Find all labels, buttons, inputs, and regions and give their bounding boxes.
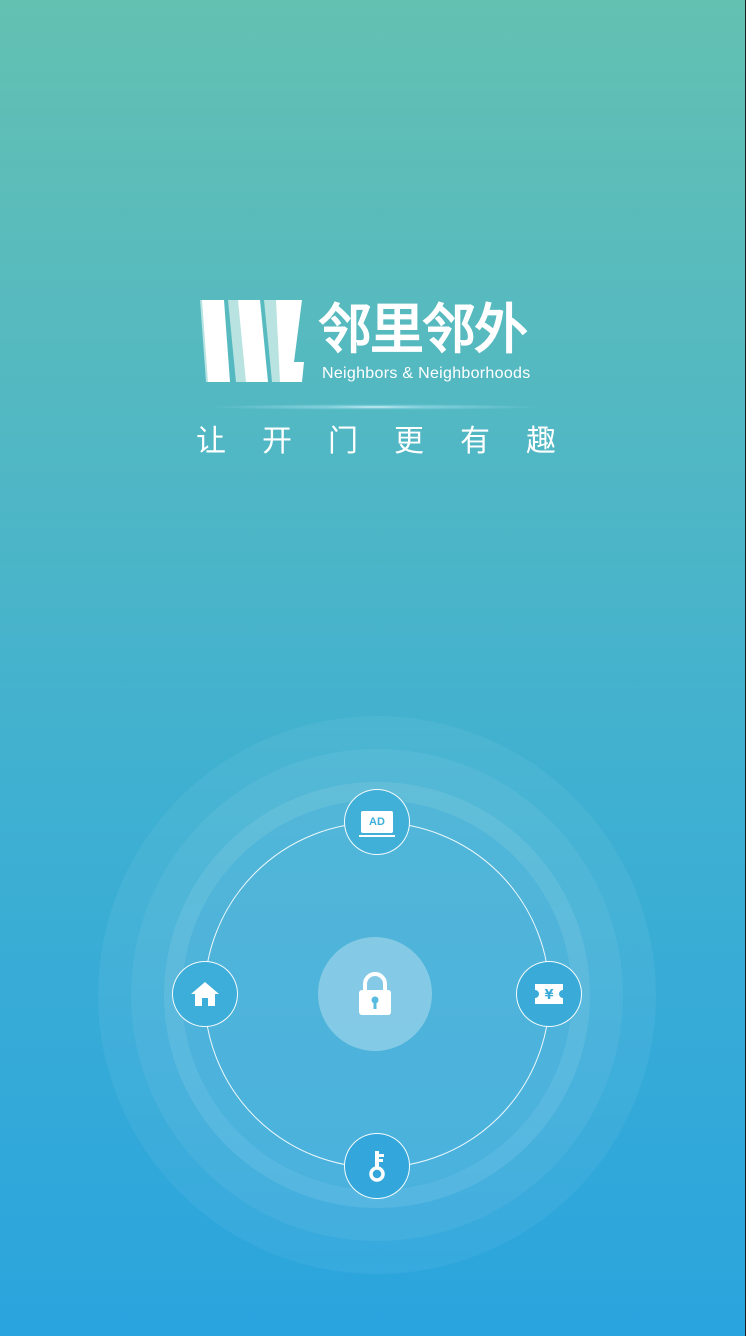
unlock-button[interactable] (318, 937, 432, 1051)
coupon-yen-icon: ¥ (535, 984, 563, 1004)
home-button[interactable] (172, 961, 238, 1027)
coupon-yen-label: ¥ (544, 988, 553, 1003)
logo-glow-divider (205, 404, 545, 410)
brand-name-en: Neighbors & Neighborhoods (322, 365, 531, 382)
coupon-button[interactable]: ¥ (516, 961, 582, 1027)
slogan: 让开门更有趣 (196, 424, 592, 459)
app-logo: 邻里邻外 Neighbors & Neighborhoods (198, 298, 558, 388)
key-icon (369, 1151, 385, 1182)
ad-icon: AD (359, 811, 395, 837)
home-icon (191, 982, 219, 1006)
key-button[interactable] (344, 1133, 410, 1199)
lock-icon (359, 972, 391, 1015)
ad-button[interactable]: AD (344, 789, 410, 855)
brand-name-cn: 邻里邻外 (318, 298, 528, 361)
logo-mark-icon (200, 300, 304, 382)
